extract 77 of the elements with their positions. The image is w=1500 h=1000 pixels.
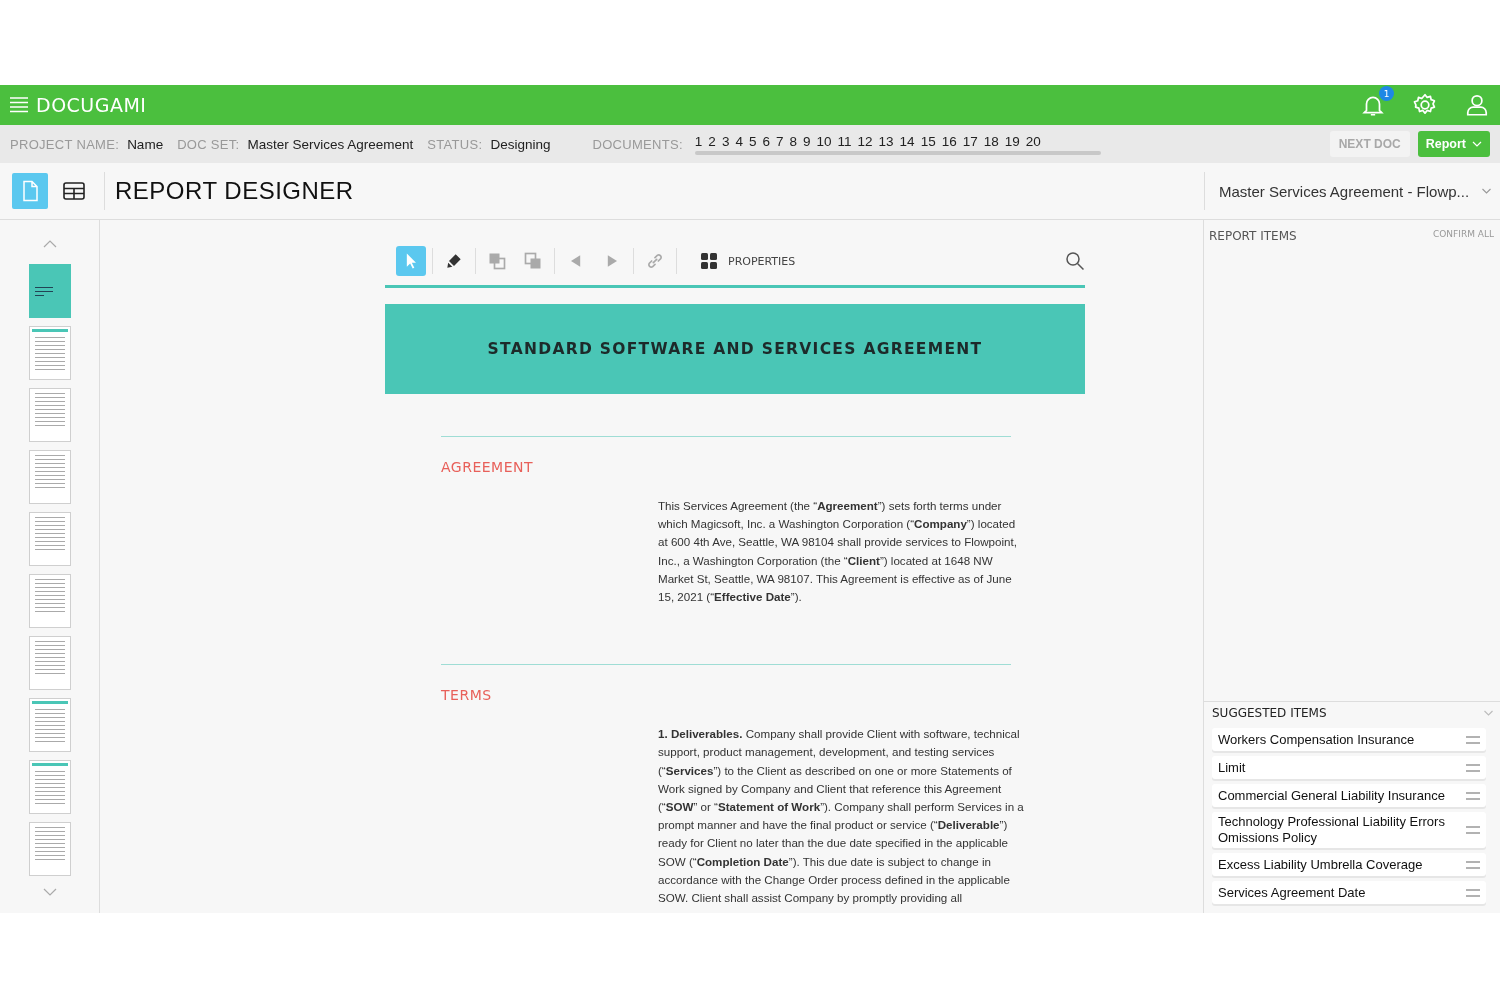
app-logo: DOCUGAMI [36, 94, 147, 116]
document-number-link[interactable]: 16 [941, 133, 957, 149]
document-number-link[interactable]: 19 [1004, 133, 1020, 149]
document-number-link[interactable]: 2 [708, 133, 716, 149]
page-title: REPORT DESIGNER [115, 177, 354, 205]
grid-icon [700, 252, 718, 270]
documents-label: DOCUMENTS: [592, 136, 683, 152]
field-label: PROJECT NAME: [10, 136, 120, 152]
document-number-link[interactable]: 1 [694, 133, 703, 149]
drag-handle-icon[interactable] [1466, 790, 1480, 801]
document-view-button[interactable] [12, 173, 48, 209]
drag-handle-icon[interactable] [1466, 859, 1480, 870]
suggested-item[interactable]: Limit [1212, 756, 1486, 779]
caret-icon [1481, 188, 1492, 194]
notification-badge: 1 [1379, 86, 1394, 101]
document-number-link[interactable]: 3 [721, 133, 730, 149]
document-number-link[interactable]: 15 [920, 133, 936, 149]
document-number-link[interactable]: 12 [857, 133, 873, 149]
drag-handle-icon[interactable] [1466, 887, 1480, 898]
page-thumbnail[interactable] [28, 326, 71, 380]
chevron-up-icon[interactable] [42, 240, 57, 248]
suggested-item[interactable]: Commercial General Liability Insurance [1212, 784, 1486, 807]
page-thumbnail[interactable] [28, 264, 71, 318]
document-number-link[interactable]: 13 [878, 133, 894, 149]
document-dropdown[interactable]: Master Services Agreement - Flowp... [1204, 172, 1500, 210]
document-number-link[interactable]: 7 [775, 133, 784, 149]
scrollbar[interactable] [694, 150, 1101, 155]
user-icon[interactable] [1464, 92, 1490, 118]
field-label: DOC SET: [177, 136, 240, 152]
document-number-link[interactable]: 6 [762, 133, 770, 149]
page-thumbnail[interactable] [28, 388, 71, 442]
section-heading: AGREEMENT [441, 459, 535, 475]
layers-icon [523, 251, 543, 271]
document-banner: STANDARD SOFTWARE AND SERVICES AGREEMENT [385, 304, 1085, 394]
suggested-item[interactable]: Technology Professional Liability Errors Omissions Policy [1212, 812, 1486, 848]
document-number-link[interactable]: 11 [837, 133, 852, 149]
page-thumbnail[interactable] [28, 512, 71, 566]
page-thumbnail[interactable] [28, 636, 71, 690]
properties-button[interactable]: PROPERTIES [700, 252, 796, 270]
layers-icon [487, 251, 507, 271]
page-thumbnail[interactable] [28, 760, 71, 814]
page-thumbnail[interactable] [28, 574, 71, 628]
document-number-link[interactable]: 10 [816, 133, 832, 149]
field-value: Designing [490, 136, 551, 152]
panel-title: SUGGESTED ITEMS [1212, 706, 1327, 720]
suggested-item[interactable]: Services Agreement Date [1212, 881, 1486, 904]
search-icon[interactable] [1065, 251, 1085, 271]
field-value: Master Services Agreement [247, 136, 414, 152]
document-number-link[interactable]: 4 [735, 133, 743, 149]
drag-handle-icon[interactable] [1466, 734, 1480, 745]
document-number-link[interactable]: 14 [899, 133, 915, 149]
field-value: Name [127, 136, 164, 152]
field-label: STATUS: [427, 136, 483, 152]
section-heading: TERMS [441, 687, 493, 704]
document-number-link[interactable]: 5 [748, 133, 757, 149]
document-number-link[interactable]: 18 [983, 133, 999, 149]
pointer-tool[interactable] [396, 246, 426, 276]
document-number-link[interactable]: 9 [802, 133, 811, 149]
document-number-link[interactable]: 17 [962, 133, 978, 149]
paragraph: 1. Deliverables. Company shall provide Client with software, technical support, product management, development, and testing services (“Services”) to the Client as described on one or more Statements of Work signed by Company and Client that reference this Agreement (“SOW” or “Statement of Work”). Company shall perform Services in a prompt manner and have the final product or service (“Deliverable”) ready for Client no later than the due date specified in the applicable SOW (“Completion Date”). This due date is subject to change in accordance with the Change Order process defined in the applicable SOW. Client shall assist Company by promptly providing all [658, 726, 1025, 907]
panel-title: REPORT ITEMS [1209, 229, 1297, 245]
page-thumbnail[interactable] [28, 450, 71, 504]
document-number-link[interactable]: 8 [789, 133, 797, 149]
chevron-down-icon[interactable] [42, 888, 57, 896]
page-thumbnail[interactable] [28, 822, 71, 876]
chevron-down-icon[interactable] [1483, 710, 1494, 716]
document-number-link[interactable]: 20 [1025, 133, 1041, 149]
page-thumbnail[interactable] [28, 698, 71, 752]
drag-handle-icon[interactable] [1466, 762, 1480, 773]
suggested-item[interactable]: Excess Liability Umbrella Coverage [1212, 853, 1486, 876]
table-icon [62, 179, 86, 203]
paragraph: This Services Agreement (the “Agreement”) sets forth terms under which Magicsoft, Inc. a Washington Corporation (“Company”) located at 600 4th Ave, Seattle, WA 98104 shall provide services to Flowpoint, Inc., a Washington Corporation (the “Client”) located at 1648 NW Market St, Seattle, WA 98107. This Agreement is effective as of June 15, 2021 (“Effective Date”). [658, 498, 1018, 605]
menu-icon[interactable] [10, 97, 28, 113]
caret-icon [1472, 141, 1482, 147]
link-icon [645, 251, 665, 271]
suggested-item[interactable]: Workers Compensation Insurance [1212, 728, 1486, 751]
drag-handle-icon[interactable] [1466, 825, 1480, 835]
